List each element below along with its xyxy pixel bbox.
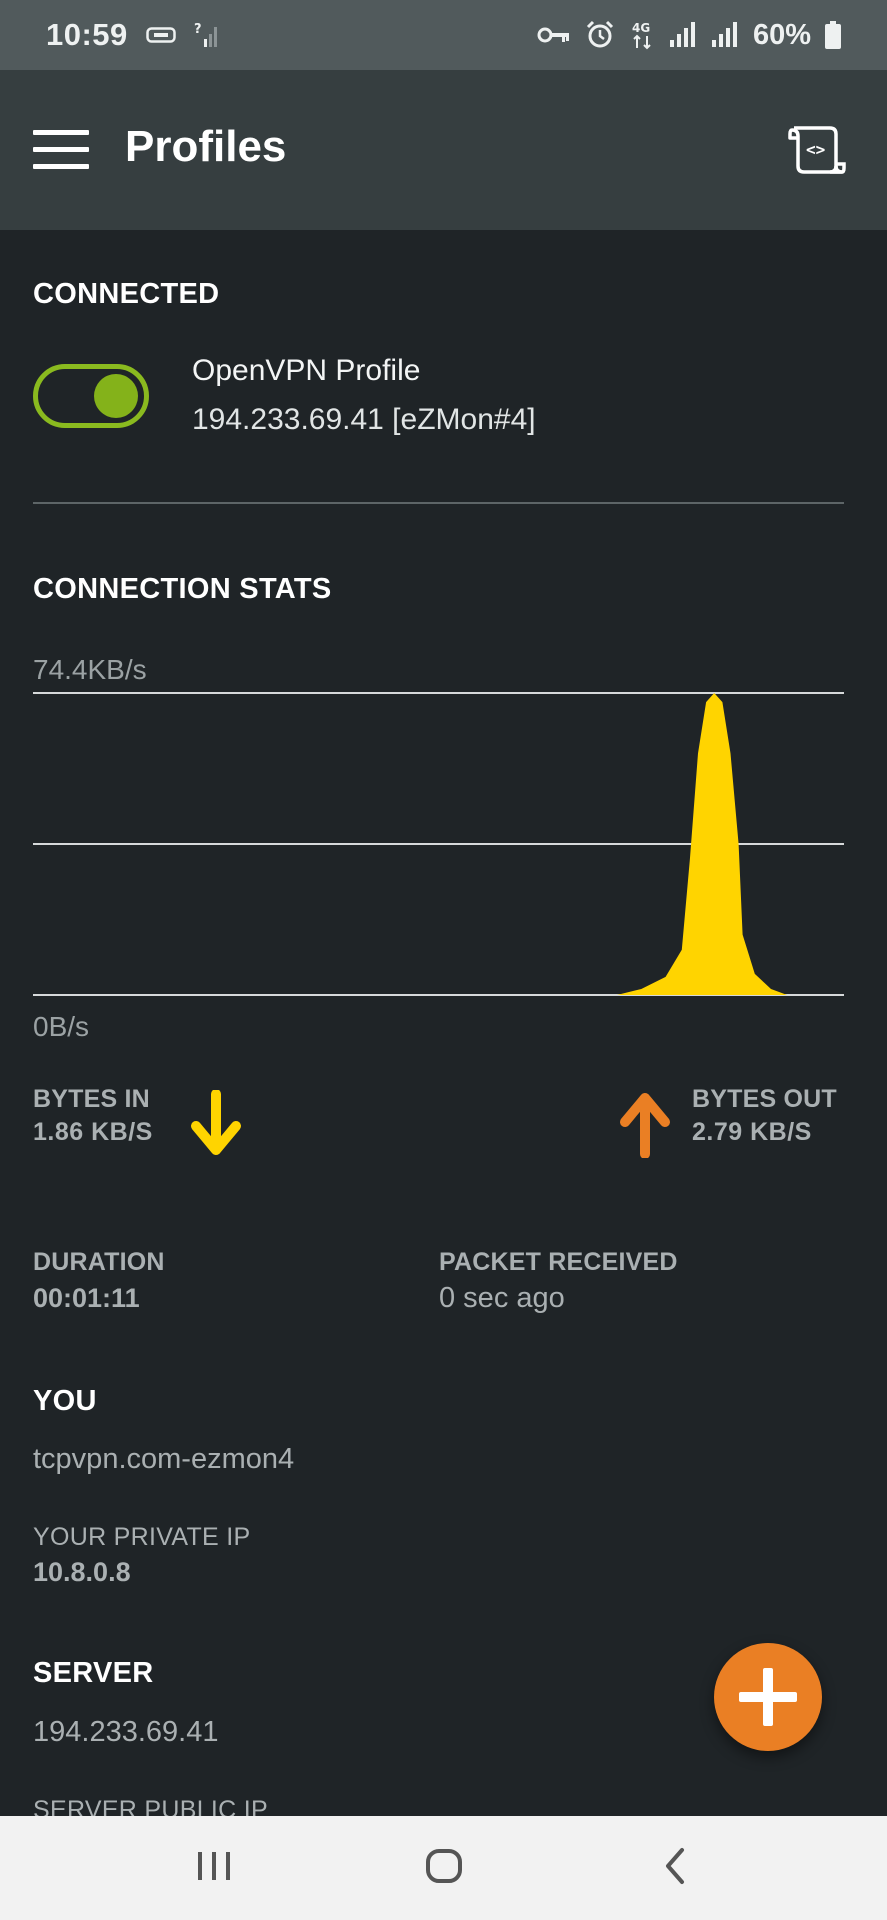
toggle-knob	[94, 374, 138, 418]
connection-stats-title: CONNECTION STATS	[33, 573, 332, 605]
you-name: tcpvpn.com-ezmon4	[33, 1443, 295, 1475]
home-icon[interactable]	[424, 1846, 464, 1886]
bytes-in-label: BYTES IN	[33, 1085, 150, 1113]
alarm-icon	[586, 20, 614, 48]
private-ip-value: 10.8.0.8	[33, 1557, 131, 1587]
traffic-chart	[33, 692, 844, 996]
duration-label: DURATION	[33, 1248, 165, 1276]
private-ip-label: YOUR PRIVATE IP	[33, 1523, 251, 1551]
log-scroll-icon[interactable]: <>	[786, 122, 846, 178]
packet-received-label: PACKET RECEIVED	[439, 1248, 678, 1276]
status-time: 10:59	[46, 17, 128, 52]
status-bar: 10:59 ? 4G 60%	[0, 0, 887, 70]
back-icon[interactable]	[660, 1846, 690, 1886]
connected-section-title: CONNECTED	[33, 278, 220, 310]
you-section-title: YOU	[33, 1385, 97, 1417]
divider	[33, 502, 844, 504]
chart-min-label: 0B/s	[33, 1011, 90, 1042]
server-section-title: SERVER	[33, 1657, 154, 1689]
battery-percent: 60%	[752, 18, 811, 51]
svg-text:<>: <>	[806, 140, 825, 159]
signal-icon	[669, 22, 695, 47]
server-address: 194.233.69.41	[33, 1716, 219, 1748]
packet-received-value: 0 sec ago	[439, 1282, 565, 1314]
bytes-out-value: 2.79 KB/S	[692, 1118, 812, 1146]
battery-icon	[825, 21, 841, 49]
profile-name[interactable]: OpenVPN Profile	[192, 354, 420, 388]
page-title: Profiles	[125, 122, 287, 171]
arrow-up-icon	[620, 1093, 670, 1158]
vpn-connection-toggle[interactable]	[33, 364, 149, 428]
svg-text:?: ?	[194, 22, 202, 37]
system-navigation-bar	[0, 1816, 887, 1920]
app-bar: Profiles <>	[0, 70, 887, 230]
recents-icon[interactable]	[196, 1846, 232, 1886]
hamburger-menu-icon[interactable]	[33, 130, 89, 170]
arrow-down-icon	[191, 1090, 241, 1155]
profile-address: 194.233.69.41 [eZMon#4]	[192, 403, 536, 436]
hd-voice-icon	[146, 27, 176, 43]
4g-icon: 4G	[632, 21, 651, 50]
svg-text:4G: 4G	[632, 21, 650, 35]
duration-value: 00:01:11	[33, 1283, 140, 1313]
vpn-key-icon	[537, 27, 569, 43]
no-signal-icon: ?	[194, 22, 217, 47]
add-profile-button[interactable]	[714, 1643, 822, 1751]
signal-icon	[711, 22, 737, 47]
bytes-out-label: BYTES OUT	[692, 1085, 837, 1113]
bytes-in-value: 1.86 KB/S	[33, 1118, 153, 1146]
